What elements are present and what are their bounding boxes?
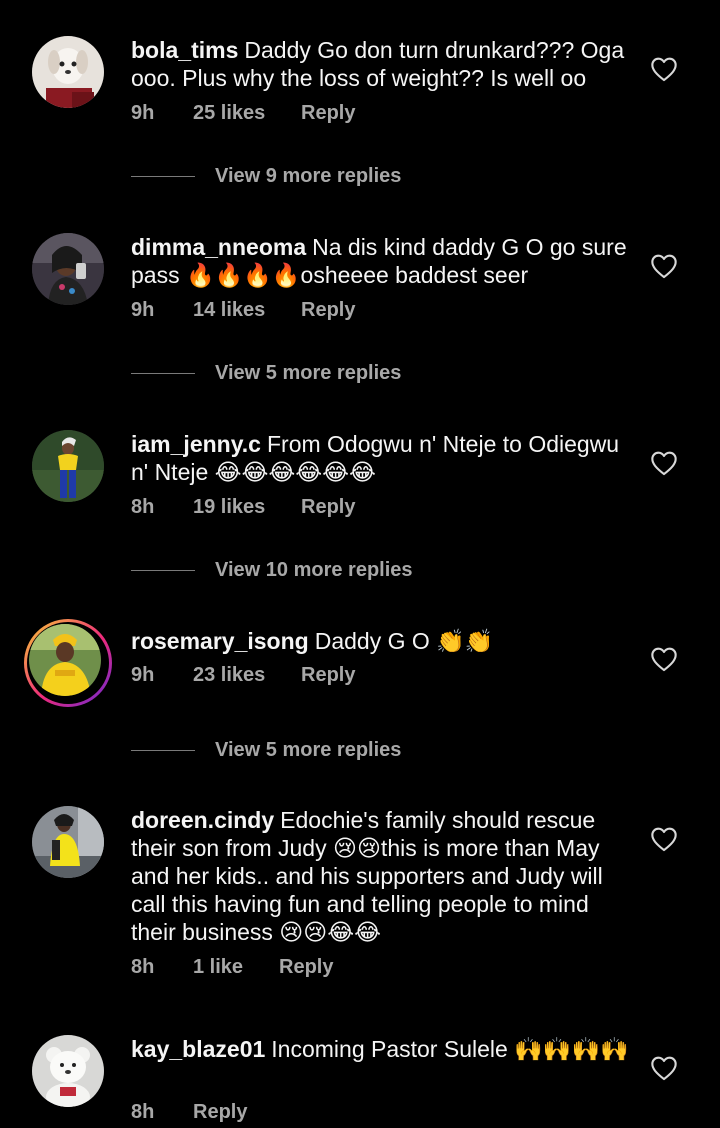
- comment-username[interactable]: kay_blaze01: [131, 1036, 265, 1062]
- comment-text-block: dimma_nneoma Na dis kind daddy G O go sur…: [131, 233, 631, 289]
- comment-likes[interactable]: 14 likes: [193, 299, 301, 322]
- reply-button[interactable]: Reply: [193, 1101, 247, 1124]
- comment-meta: 9h 14 likes Reply: [131, 299, 355, 322]
- comment-text-block: doreen.cindy Edochie's family should resc…: [131, 806, 631, 946]
- reply-divider-line: [131, 175, 195, 177]
- comment-body: Incoming Pastor Sulele 🙌🙌🙌🙌: [271, 1036, 629, 1062]
- comment-time: 9h: [131, 664, 155, 686]
- like-heart-icon[interactable]: [650, 646, 678, 672]
- comment-likes[interactable]: 1 like: [193, 956, 279, 979]
- reply-button[interactable]: Reply: [279, 956, 333, 979]
- comment-time: 8h: [131, 1101, 155, 1123]
- view-replies-label: View 9 more replies: [215, 164, 402, 187]
- comment-likes[interactable]: 25 likes: [193, 102, 301, 125]
- dog-photo-avatar-icon: [32, 36, 104, 108]
- avatar[interactable]: [32, 430, 104, 502]
- comment-list: bola_tims Daddy Go don turn drunkard??? O…: [0, 0, 720, 1128]
- comment-username[interactable]: doreen.cindy: [131, 807, 274, 833]
- view-replies-label: View 10 more replies: [215, 558, 413, 581]
- comment-meta: 9h 25 likes Reply: [131, 102, 355, 125]
- woman-selfie-avatar-icon: [32, 233, 104, 305]
- comment-likes[interactable]: 23 likes: [193, 664, 301, 687]
- view-more-replies-button[interactable]: View 5 more replies: [131, 359, 401, 387]
- reply-button[interactable]: Reply: [301, 102, 355, 125]
- reply-button[interactable]: Reply: [301, 496, 355, 519]
- woman-yellow-outfit-avatar-icon: [29, 624, 101, 696]
- comment-meta: 8h Reply: [131, 1101, 247, 1124]
- view-more-replies-button[interactable]: View 5 more replies: [131, 736, 401, 764]
- comment-text-block: iam_jenny.c From Odogwu n' Nteje to Odieg…: [131, 430, 631, 486]
- comment-text-block: rosemary_isong Daddy G O 👏👏: [131, 627, 631, 655]
- avatar[interactable]: [32, 233, 104, 305]
- like-heart-icon[interactable]: [650, 450, 678, 476]
- reply-divider-line: [131, 569, 195, 571]
- comment-meta: 8h 19 likes Reply: [131, 496, 355, 519]
- woman-yellow-top-avatar-icon: [32, 430, 104, 502]
- reply-button[interactable]: Reply: [301, 299, 355, 322]
- comment-time: 8h: [131, 496, 155, 518]
- reply-divider-line: [131, 749, 195, 751]
- comment-username[interactable]: dimma_nneoma: [131, 234, 306, 260]
- comment-time: 8h: [131, 956, 155, 978]
- comment-time: 9h: [131, 299, 155, 321]
- comment-text-block: bola_tims Daddy Go don turn drunkard??? O…: [131, 36, 631, 92]
- comment-likes[interactable]: 19 likes: [193, 496, 301, 519]
- comment-meta: 9h 23 likes Reply: [131, 664, 355, 687]
- teddy-bear-avatar-icon: [32, 1035, 104, 1107]
- avatar[interactable]: [32, 806, 104, 878]
- view-more-replies-button[interactable]: View 9 more replies: [131, 162, 401, 190]
- view-more-replies-button[interactable]: View 10 more replies: [131, 556, 413, 584]
- comment-username[interactable]: iam_jenny.c: [131, 431, 261, 457]
- like-heart-icon[interactable]: [650, 56, 678, 82]
- view-replies-label: View 5 more replies: [215, 361, 402, 384]
- view-replies-label: View 5 more replies: [215, 738, 402, 761]
- reply-divider-line: [131, 372, 195, 374]
- avatar[interactable]: [32, 1035, 104, 1107]
- avatar: [29, 624, 101, 696]
- like-heart-icon[interactable]: [650, 826, 678, 852]
- comment-text-block: kay_blaze01 Incoming Pastor Sulele 🙌🙌🙌🙌: [131, 1035, 631, 1063]
- like-heart-icon[interactable]: [650, 1055, 678, 1081]
- avatar-story-ring[interactable]: [24, 619, 112, 707]
- avatar[interactable]: [32, 36, 104, 108]
- comment-username[interactable]: bola_tims: [131, 37, 238, 63]
- reply-button[interactable]: Reply: [301, 664, 355, 687]
- woman-yellow-dress-avatar-icon: [32, 806, 104, 878]
- comment-body: Daddy G O 👏👏: [314, 628, 494, 654]
- like-heart-icon[interactable]: [650, 253, 678, 279]
- comment-time: 9h: [131, 102, 155, 124]
- comment-meta: 8h 1 like Reply: [131, 956, 333, 979]
- comment-username[interactable]: rosemary_isong: [131, 628, 309, 654]
